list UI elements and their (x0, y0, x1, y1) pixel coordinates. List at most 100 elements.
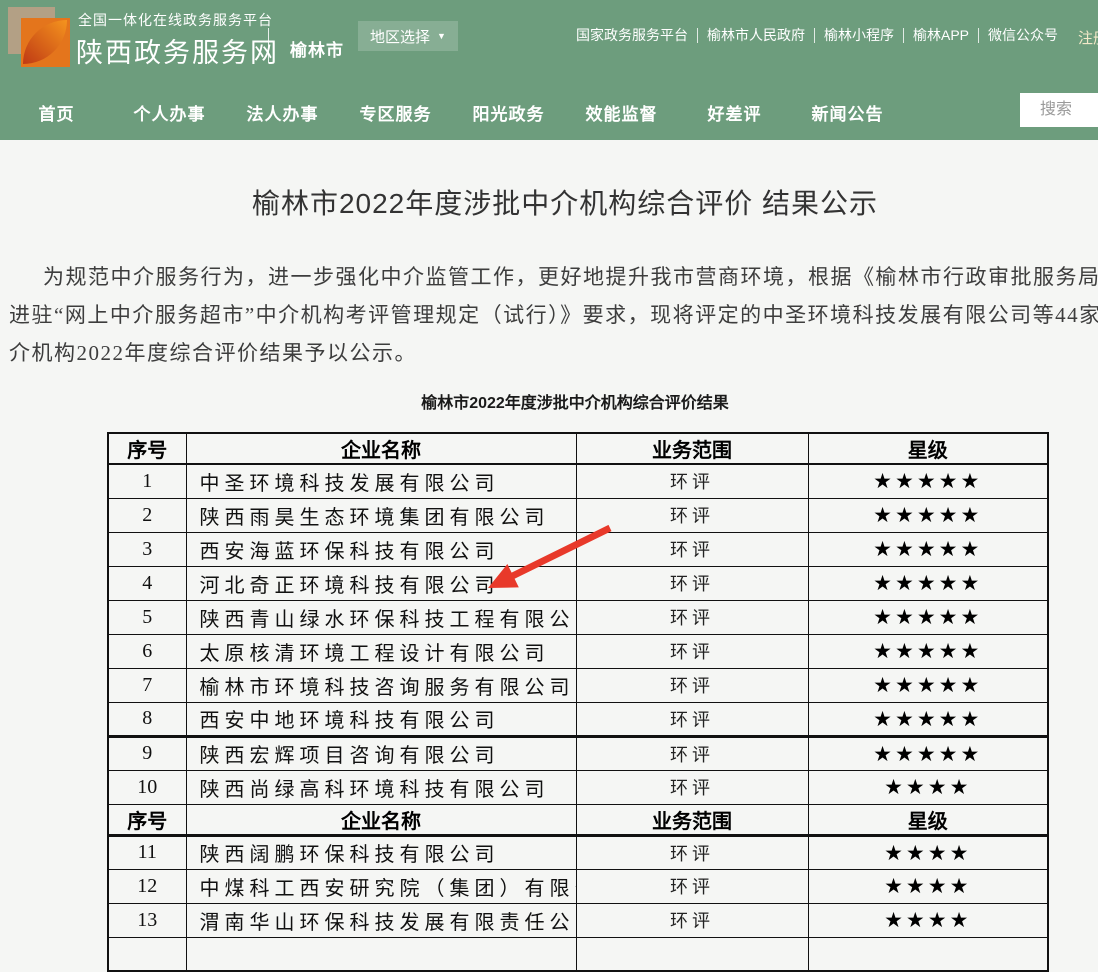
business-scope-cell: 环评 (576, 464, 808, 498)
header-link[interactable]: 国家政务服务平台 (576, 28, 698, 43)
row-number-cell: 12 (108, 869, 186, 903)
star-rating-cell: ★★★★★ (808, 702, 1048, 736)
star-rating-cell: ★★★★ (808, 903, 1048, 937)
row-number-cell: 6 (108, 634, 186, 668)
nav-item[interactable]: 好差评 (678, 85, 791, 140)
register-link[interactable]: 注册 (1078, 27, 1098, 48)
notice-paragraph: 为规范中介服务行为，进一步强化中介监管工作，更好地提升我市营商环境，根据《榆林市… (0, 258, 1098, 372)
table-row: 12中煤科工西安研究院（集团）有限公司环评★★★★ (108, 869, 1048, 903)
empty-cell (808, 937, 1048, 971)
company-name-cell: 陕西雨昊生态环境集团有限公司 (186, 498, 576, 532)
nav-items: 首页个人办事法人办事专区服务阳光政务效能监督好差评新闻公告 (0, 85, 904, 140)
nav-item[interactable]: 首页 (0, 85, 113, 140)
column-header: 星级 (808, 433, 1048, 464)
star-rating-cell: ★★★★ (808, 869, 1048, 903)
business-scope-cell: 环评 (576, 600, 808, 634)
company-name-cell: 陕西青山绿水环保科技工程有限公司 (186, 600, 576, 634)
region-select-label: 地区选择 (370, 26, 430, 47)
nav-item[interactable]: 新闻公告 (791, 85, 904, 140)
nav-item[interactable]: 法人办事 (226, 85, 339, 140)
brand-divider (268, 28, 269, 62)
column-header: 企业名称 (186, 804, 576, 835)
table-row: 7榆林市环境科技咨询服务有限公司环评★★★★★ (108, 668, 1048, 702)
region-select-button[interactable]: 地区选择 ▼ (358, 21, 458, 51)
site-logo[interactable] (8, 5, 74, 71)
business-scope-cell: 环评 (576, 532, 808, 566)
business-scope-cell: 环评 (576, 702, 808, 736)
star-rating-cell: ★★★★★ (808, 464, 1048, 498)
table-row: 5陕西青山绿水环保科技工程有限公司环评★★★★★ (108, 600, 1048, 634)
row-number-cell: 11 (108, 835, 186, 869)
platform-label: 全国一体化在线政务服务平台 (78, 10, 273, 30)
business-scope-cell: 环评 (576, 634, 808, 668)
star-rating-cell: ★★★★ (808, 770, 1048, 804)
nav-item[interactable]: 效能监督 (565, 85, 678, 140)
table-header-row: 序号企业名称业务范围星级 (108, 804, 1048, 835)
current-city-label: 榆林市 (290, 36, 344, 61)
nav-item[interactable]: 个人办事 (113, 85, 226, 140)
row-number-cell: 4 (108, 566, 186, 600)
paragraph-line: 为规范中介服务行为，进一步强化中介监管工作，更好地提升我市营商环境，根据《榆林市… (0, 258, 1098, 296)
site-header: 全国一体化在线政务服务平台 陕西政务服务网 榆林市 地区选择 ▼ 国家政务服务平… (0, 0, 1098, 85)
star-rating-cell: ★★★★★ (808, 498, 1048, 532)
business-scope-cell: 环评 (576, 498, 808, 532)
column-header: 企业名称 (186, 433, 576, 464)
business-scope-cell: 环评 (576, 566, 808, 600)
table-row: 10陕西尚绿高科环境科技有限公司环评★★★★ (108, 770, 1048, 804)
table-row: 3西安海蓝环保科技有限公司环评★★★★★ (108, 532, 1048, 566)
paragraph-line: 进驻“网上中介服务超市”中介机构考评管理规定（试行）》要求，现将评定的中圣环境科… (0, 296, 1098, 334)
header-link[interactable]: 榆林市人民政府 (698, 28, 815, 43)
company-name-cell: 河北奇正环境科技有限公司 (186, 566, 576, 600)
empty-cell (576, 937, 808, 971)
column-header: 业务范围 (576, 804, 808, 835)
header-link[interactable]: 榆林小程序 (815, 28, 904, 43)
row-number-cell: 9 (108, 736, 186, 770)
company-name-cell: 榆林市环境科技咨询服务有限公司 (186, 668, 576, 702)
empty-cell (108, 937, 186, 971)
evaluation-results-table: 序号企业名称业务范围星级1中圣环境科技发展有限公司环评★★★★★2陕西雨昊生态环… (107, 432, 1049, 972)
search-input[interactable] (1020, 93, 1098, 127)
paragraph-line: 介机构2022年度综合评价结果予以公示。 (0, 334, 1098, 372)
star-rating-cell: ★★★★★ (808, 634, 1048, 668)
column-header: 序号 (108, 804, 186, 835)
header-link[interactable]: 微信公众号 (979, 28, 1067, 43)
star-rating-cell: ★★★★★ (808, 566, 1048, 600)
company-name-cell: 西安中地环境科技有限公司 (186, 702, 576, 736)
company-name-cell: 中圣环境科技发展有限公司 (186, 464, 576, 498)
business-scope-cell: 环评 (576, 770, 808, 804)
column-header: 星级 (808, 804, 1048, 835)
table-caption: 榆林市2022年度涉批中介机构综合评价结果 (0, 389, 1098, 413)
nav-item[interactable]: 专区服务 (339, 85, 452, 140)
column-header: 序号 (108, 433, 186, 464)
table-row: 4河北奇正环境科技有限公司环评★★★★★ (108, 566, 1048, 600)
company-name-cell: 陕西尚绿高科环境科技有限公司 (186, 770, 576, 804)
company-name-cell: 西安海蓝环保科技有限公司 (186, 532, 576, 566)
company-name-cell: 渭南华山环保科技发展有限责任公司 (186, 903, 576, 937)
business-scope-cell: 环评 (576, 869, 808, 903)
table-row-partial (108, 937, 1048, 971)
table-header-row: 序号企业名称业务范围星级 (108, 433, 1048, 464)
row-number-cell: 2 (108, 498, 186, 532)
table-row: 8西安中地环境科技有限公司环评★★★★★ (108, 702, 1048, 736)
business-scope-cell: 环评 (576, 835, 808, 869)
company-name-cell: 陕西宏辉项目咨询有限公司 (186, 736, 576, 770)
star-rating-cell: ★★★★★ (808, 668, 1048, 702)
row-number-cell: 1 (108, 464, 186, 498)
business-scope-cell: 环评 (576, 736, 808, 770)
row-number-cell: 13 (108, 903, 186, 937)
empty-cell (186, 937, 576, 971)
table-row: 1中圣环境科技发展有限公司环评★★★★★ (108, 464, 1048, 498)
star-rating-cell: ★★★★ (808, 835, 1048, 869)
table-row: 11陕西阔鹏环保科技有限公司环评★★★★ (108, 835, 1048, 869)
row-number-cell: 5 (108, 600, 186, 634)
header-link[interactable]: 榆林APP (904, 28, 979, 43)
company-name-cell: 中煤科工西安研究院（集团）有限公司 (186, 869, 576, 903)
table-row: 6太原核清环境工程设计有限公司环评★★★★★ (108, 634, 1048, 668)
table-row: 13渭南华山环保科技发展有限责任公司环评★★★★ (108, 903, 1048, 937)
table-row: 9陕西宏辉项目咨询有限公司环评★★★★★ (108, 736, 1048, 770)
nav-item[interactable]: 阳光政务 (452, 85, 565, 140)
star-rating-cell: ★★★★★ (808, 736, 1048, 770)
notice-document: 榆林市2022年度涉批中介机构综合评价 结果公示 为规范中介服务行为，进一步强化… (0, 140, 1098, 947)
row-number-cell: 3 (108, 532, 186, 566)
page: { "header": { "platform_label": "全国一体化在线… (0, 0, 1098, 947)
